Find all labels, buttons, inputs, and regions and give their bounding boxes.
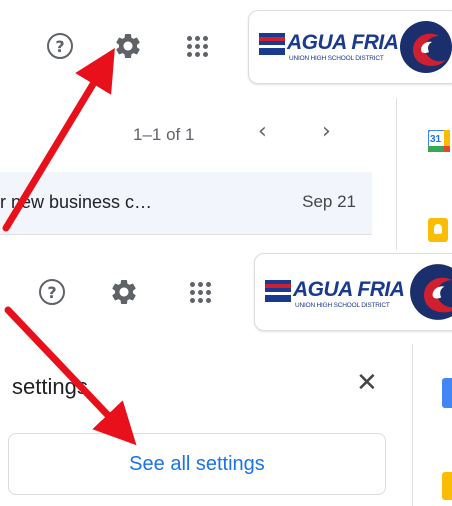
help-icon: ?	[39, 279, 65, 305]
quick-settings-title: settings	[12, 374, 88, 399]
pagination-count: 1–1 of 1	[133, 125, 195, 144]
gear-icon	[112, 280, 136, 304]
apps-button[interactable]	[175, 24, 219, 68]
email-date: Sep 21	[302, 192, 356, 211]
apps-grid-icon	[189, 281, 211, 303]
logo-text: AGUA FRIA	[293, 278, 405, 301]
keep-app-icon[interactable]	[428, 218, 448, 242]
keep-app-icon[interactable]	[442, 472, 452, 500]
logo-text: AGUA FRIA	[287, 31, 399, 54]
avatar	[410, 264, 452, 320]
calendar-app-icon[interactable]: 31	[427, 129, 451, 153]
logo-flag-icon	[259, 33, 285, 55]
account-chip[interactable]: AGUA FRIA UNION HIGH SCHOOL DISTRICT	[248, 10, 452, 84]
logo-flag-icon	[265, 280, 291, 302]
apps-button[interactable]	[178, 270, 222, 314]
newer-button[interactable]: ›	[322, 119, 331, 144]
see-all-settings-button[interactable]: See all settings	[8, 433, 386, 495]
help-icon: ?	[47, 33, 73, 59]
account-chip[interactable]: AGUA FRIA UNION HIGH SCHOOL DISTRICT	[254, 253, 452, 331]
older-button[interactable]: ‹	[258, 119, 267, 144]
help-button[interactable]: ?	[38, 24, 82, 68]
avatar	[400, 21, 452, 73]
logo-subtext: UNION HIGH SCHOOL DISTRICT	[289, 55, 384, 62]
settings-button[interactable]	[102, 270, 146, 314]
logo-subtext: UNION HIGH SCHOOL DISTRICT	[295, 302, 390, 309]
top-screenshot-panel: ? AGUA FRIA UNION HIGH SCHOOL DISTRICT 1…	[0, 0, 452, 250]
calendar-date: 31	[430, 134, 442, 145]
email-subject: r new business c…	[0, 192, 153, 212]
close-settings-button[interactable]: ✕	[356, 368, 378, 398]
email-row[interactable]: r new business c… Sep 21	[0, 172, 372, 235]
settings-button[interactable]	[106, 24, 150, 68]
side-panel-divider	[396, 98, 397, 250]
side-panel-divider	[412, 344, 413, 506]
help-button[interactable]: ?	[30, 270, 74, 314]
apps-grid-icon	[186, 35, 208, 57]
gear-icon	[116, 33, 140, 58]
bottom-screenshot-panel: ? AGUA FRIA UNION HIGH SCHOOL DISTRICT s…	[0, 250, 452, 506]
calendar-app-icon[interactable]	[442, 378, 452, 408]
bulb-icon	[434, 224, 442, 234]
